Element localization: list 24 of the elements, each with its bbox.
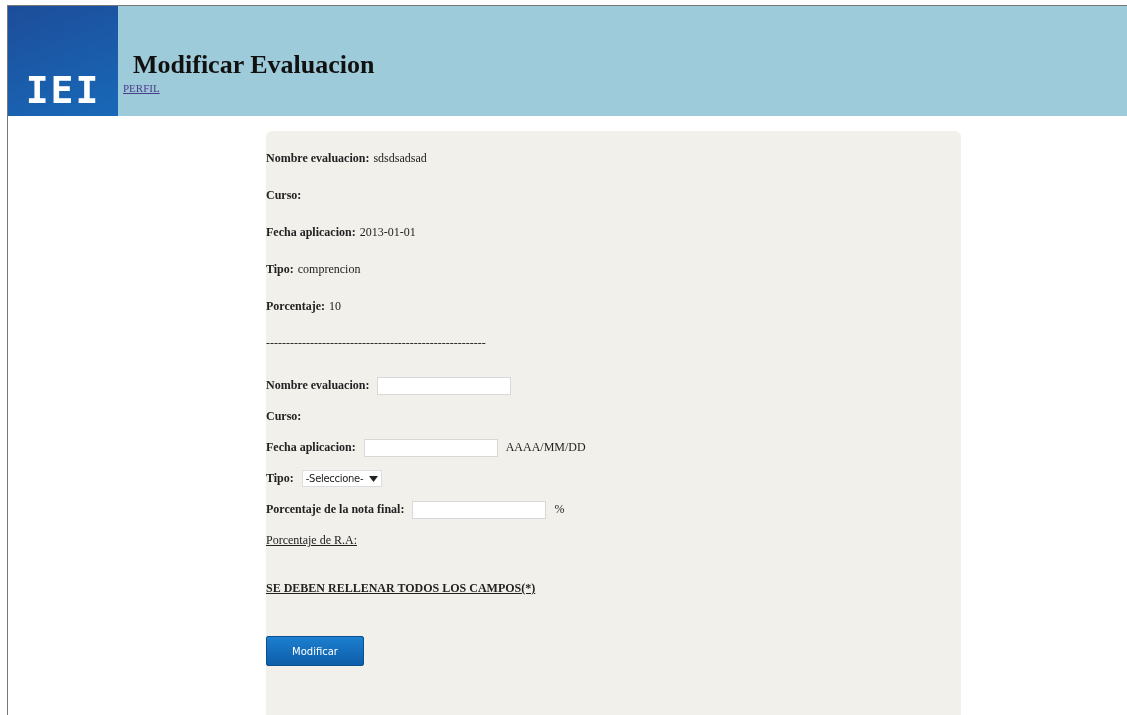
field-label: Porcentaje de la nota final: [266, 502, 405, 517]
separator-text: ------------------------------------------------------- [266, 336, 486, 352]
input-field[interactable] [363, 438, 498, 457]
logo: IEI [8, 6, 118, 116]
caret-icon [369, 475, 379, 482]
detail-text: Porcentaje: 10 [266, 299, 342, 315]
notice-text: SE DEBEN RELLENAR TODOS LOS CAMPOS(*) [266, 581, 536, 596]
detail-text: Curso: [266, 188, 302, 204]
detail-text: Fecha aplicacion: 2013-01-01 [266, 225, 416, 241]
input-field[interactable] [377, 376, 512, 395]
field-label: Fecha aplicacion: [266, 440, 356, 455]
type-dropdown[interactable]: -Seleccione- [301, 470, 383, 487]
field-hint: % [554, 502, 565, 517]
section-label: Porcentaje de R.A: [266, 533, 357, 548]
detail-text: Tipo: comprencion [266, 262, 361, 278]
page-title: Modificar Evaluacion [133, 50, 375, 80]
field-label: Tipo: [266, 471, 294, 486]
detail-text: Nombre evaluacion: sdsdsadsad [266, 151, 427, 167]
input-field[interactable] [412, 500, 547, 519]
profile-link[interactable]: PERFIL [123, 82, 160, 94]
field-hint: AAAA/MM/DD [505, 440, 586, 455]
field-label: Curso: [266, 409, 302, 424]
field-label: Nombre evaluacion: [266, 378, 370, 393]
modify-button[interactable]: Modificar [266, 636, 364, 666]
